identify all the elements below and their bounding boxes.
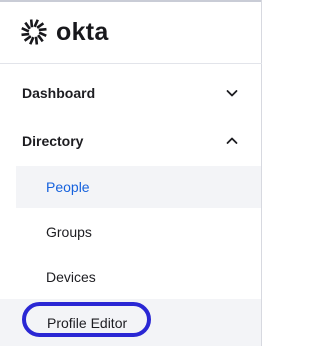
logo-ray [24,21,31,30]
logo-ray [29,19,34,28]
logo-ray [21,27,30,33]
okta-sunburst-icon [21,19,47,45]
sidebar-item-people-label: People [46,179,90,195]
nav-section-dashboard-label: Dashboard [22,85,96,101]
logo-ray [23,35,32,42]
nav-section-directory-label: Directory [22,133,84,149]
sidebar-item-devices[interactable]: Devices [0,256,261,298]
logo-ray [33,19,39,28]
sidebar-item-groups[interactable]: Groups [0,211,261,253]
okta-logo[interactable]: okta [20,15,109,49]
sidebar-item-devices-label: Devices [46,269,96,285]
header-divider [0,63,262,64]
logo-ray [38,27,47,32]
sidebar-item-groups-label: Groups [46,224,92,240]
nav-section-dashboard[interactable]: Dashboard [0,73,261,113]
sidebar-item-people[interactable]: People [16,166,261,208]
logo-ray [36,22,45,29]
sidebar-item-profile-editor-label: Profile Editor [47,314,128,331]
top-border [0,0,262,2]
sidebar-item-profile-editor[interactable]: Profile Editor [0,299,261,346]
logo-ray [38,31,47,37]
chevron-down-icon [226,90,238,97]
logo-ray [34,36,39,45]
chevron-up-icon [226,137,238,144]
brand-name: okta [56,17,109,46]
logo-ray [29,36,35,45]
right-border [261,0,262,346]
logo-ray [37,34,44,43]
logo-ray [21,32,30,37]
nav-section-directory[interactable]: Directory [0,121,261,161]
